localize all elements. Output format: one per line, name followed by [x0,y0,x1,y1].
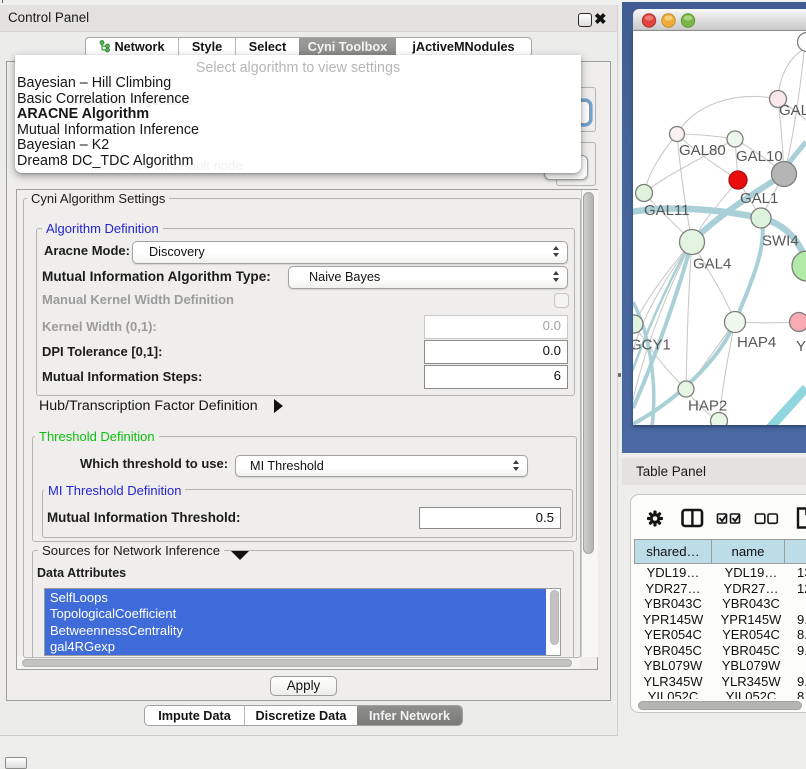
svg-text:GCY1: GCY1 [633,337,671,354]
svg-text:GAL11: GAL11 [644,202,690,219]
svg-text:GAL80: GAL80 [679,142,726,159]
svg-text:GAL4: GAL4 [693,256,731,273]
svg-text:Y: Y [796,338,806,355]
svg-text:GAL: GAL [779,102,806,119]
svg-text:GAL1: GAL1 [740,190,778,207]
svg-text:SWI4: SWI4 [762,233,799,250]
svg-text:HAP4: HAP4 [737,334,776,351]
svg-text:GAL10: GAL10 [736,148,783,165]
svg-text:HAP2: HAP2 [688,398,727,415]
